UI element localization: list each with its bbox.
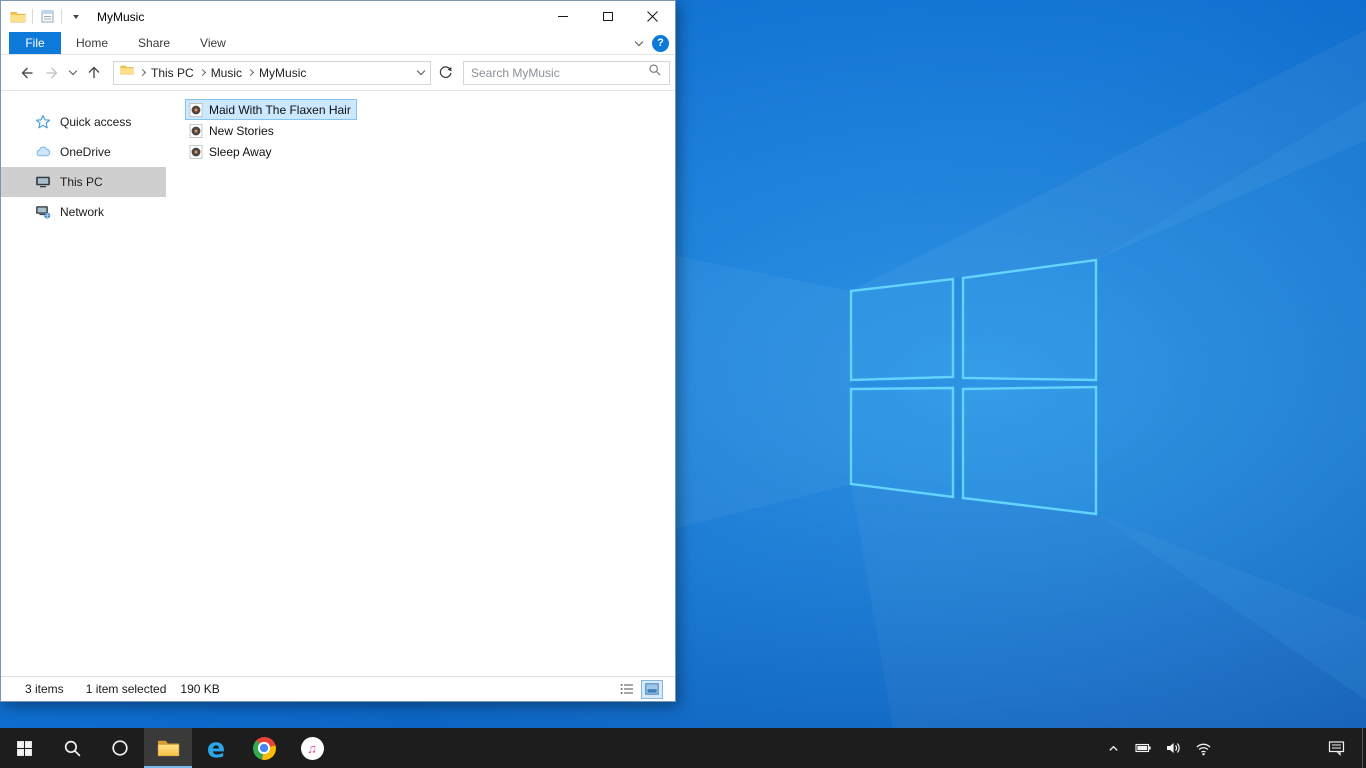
sidebar-item-label: Quick access [60, 115, 132, 129]
file-name: New Stories [209, 123, 274, 138]
audio-file-icon [188, 102, 204, 118]
items-count: 3 items [25, 682, 64, 696]
breadcrumb-chevron-icon [246, 68, 255, 77]
window-folder-icon[interactable] [9, 6, 27, 28]
audio-file-icon [188, 123, 204, 139]
start-button[interactable] [0, 728, 48, 768]
file-explorer-icon [157, 740, 179, 756]
file-item[interactable]: Maid With The Flaxen Hair [185, 99, 357, 120]
windows-start-icon [16, 740, 32, 756]
itunes-button[interactable]: ♫ [288, 728, 336, 768]
address-dropdown-chevron[interactable] [416, 66, 426, 76]
breadcrumb-chevron-icon [198, 68, 206, 77]
customize-toolbar-chevron[interactable] [67, 6, 85, 28]
window-title: MyMusic [97, 9, 145, 24]
battery-icon [1134, 743, 1151, 753]
file-name: Sleep Away [209, 144, 272, 159]
search-box [463, 60, 670, 85]
search-icon [648, 63, 662, 82]
taskbar-file-explorer-button[interactable] [144, 728, 192, 768]
taskbar: e ♫ [0, 728, 1366, 768]
toolbar-separator [61, 9, 62, 24]
recent-locations-chevron[interactable] [65, 60, 81, 86]
file-explorer-window: MyMusic File Home Share View ? This PC M… [0, 0, 676, 702]
selection-size: 190 KB [180, 682, 220, 696]
onedrive-cloud-icon [35, 144, 51, 160]
sidebar-item-quick-access[interactable]: Quick access [1, 107, 166, 137]
itunes-icon: ♫ [300, 736, 324, 760]
forward-button[interactable] [39, 60, 65, 86]
taskbar-search-button[interactable] [48, 728, 96, 768]
file-item[interactable]: New Stories [185, 120, 280, 141]
tab-share[interactable]: Share [123, 32, 185, 54]
volume-icon [1167, 743, 1180, 753]
sidebar-item-label: Network [60, 205, 105, 219]
edge-button[interactable]: e [192, 728, 240, 768]
hidden-icons-button[interactable] [1102, 734, 1124, 762]
navigation-bar: This PC Music MyMusic [1, 55, 675, 91]
properties-button[interactable] [38, 6, 56, 28]
action-center-icon [1328, 741, 1344, 756]
battery-button[interactable] [1132, 734, 1154, 762]
ribbon-tab-bar: File Home Share View ? [1, 32, 675, 55]
wifi-icon [1196, 743, 1210, 755]
file-name: Maid With The Flaxen Hair [209, 102, 351, 117]
sidebar-item-network[interactable]: Network [1, 197, 166, 227]
this-pc-icon [35, 174, 51, 190]
help-button[interactable]: ? [652, 34, 669, 52]
file-list: Maid With The Flaxen Hair New Stories Sl… [166, 91, 675, 676]
network-wifi-button[interactable] [1192, 734, 1214, 762]
tab-home[interactable]: Home [61, 32, 123, 54]
edge-icon: e [206, 732, 226, 764]
refresh-button[interactable] [433, 61, 457, 85]
breadcrumb-music[interactable]: Music [211, 66, 242, 80]
network-icon [35, 204, 51, 220]
chrome-button[interactable] [240, 728, 288, 768]
search-input[interactable] [471, 65, 648, 80]
details-view-button[interactable] [616, 680, 638, 699]
address-bar[interactable]: This PC Music MyMusic [113, 60, 431, 85]
expand-ribbon-chevron[interactable] [634, 37, 644, 46]
chrome-icon [252, 736, 276, 760]
sidebar-item-onedrive[interactable]: OneDrive [1, 137, 166, 167]
navigation-pane: Quick access OneDrive This PC Network [1, 91, 166, 676]
large-icons-view-button[interactable] [641, 679, 663, 699]
system-tray [1102, 728, 1214, 768]
sidebar-item-this-pc[interactable]: This PC [1, 167, 166, 197]
cortana-button[interactable] [96, 728, 144, 768]
sidebar-item-label: OneDrive [60, 145, 111, 159]
action-center-button[interactable] [1318, 728, 1354, 768]
up-button[interactable] [81, 60, 107, 86]
back-button[interactable] [13, 60, 39, 86]
breadcrumb-chevron-icon [138, 68, 147, 77]
chevron-up-icon [1108, 745, 1118, 751]
selection-summary: 1 item selected [85, 682, 167, 696]
title-bar: MyMusic [1, 1, 675, 32]
show-desktop-button[interactable] [1362, 728, 1366, 768]
file-item[interactable]: Sleep Away [185, 141, 278, 162]
sidebar-item-label: This PC [60, 175, 103, 189]
close-button[interactable] [630, 1, 675, 32]
address-folder-icon [120, 63, 134, 82]
maximize-button[interactable] [585, 1, 630, 32]
breadcrumb-this-pc[interactable]: This PC [151, 66, 194, 80]
status-bar: 3 items 1 item selected 190 KB [1, 676, 675, 701]
explorer-main: Quick access OneDrive This PC Network Ma… [1, 91, 675, 676]
tab-view[interactable]: View [185, 32, 241, 54]
search-icon [64, 740, 80, 756]
toolbar-separator [32, 9, 33, 24]
minimize-button[interactable] [540, 1, 585, 32]
tab-file[interactable]: File [9, 32, 61, 54]
volume-button[interactable] [1162, 734, 1184, 762]
quick-access-toolbar [9, 6, 85, 28]
cortana-icon [112, 740, 128, 756]
quick-access-star-icon [35, 114, 51, 130]
audio-file-icon [188, 144, 204, 160]
breadcrumb-mymusic[interactable]: MyMusic [259, 66, 306, 80]
desktop: MyMusic File Home Share View ? This PC M… [0, 0, 1366, 768]
